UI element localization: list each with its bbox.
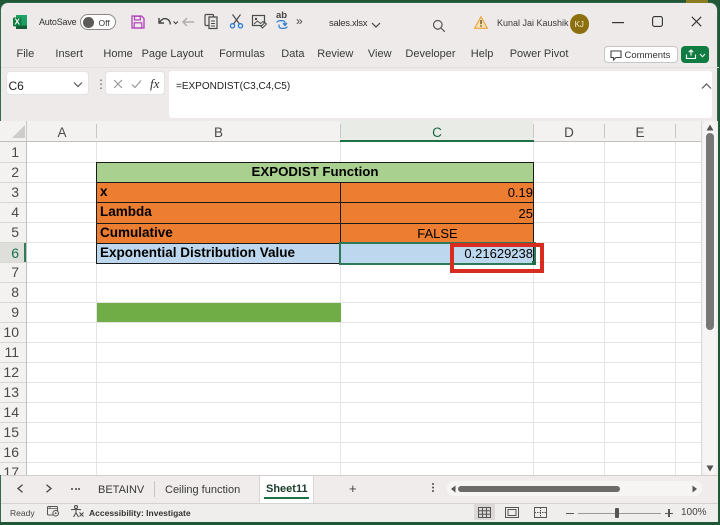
svg-text:X: X xyxy=(15,17,21,26)
